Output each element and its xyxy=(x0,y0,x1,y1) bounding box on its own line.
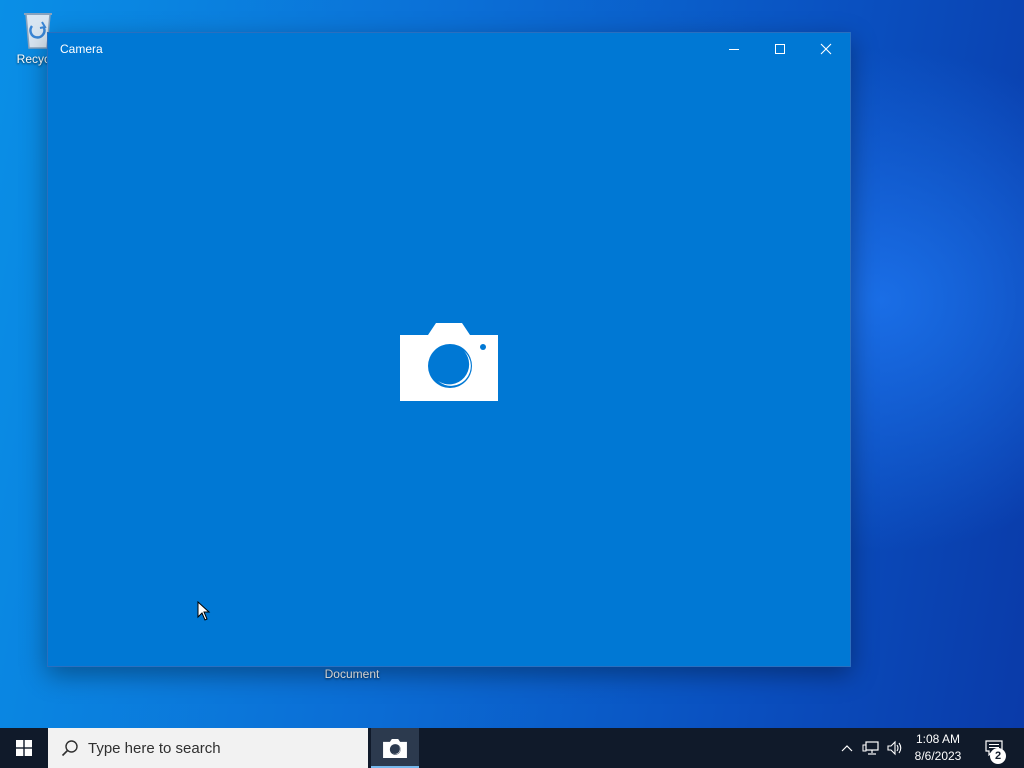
taskbar: Type here to search 1:08 AM 8/6/2023 2 xyxy=(0,728,1024,768)
camera-window[interactable]: Camera xyxy=(47,32,851,667)
notification-count-badge: 2 xyxy=(990,748,1006,764)
close-button[interactable] xyxy=(803,33,849,65)
maximize-icon xyxy=(775,44,785,54)
volume-icon xyxy=(887,740,902,756)
close-icon xyxy=(820,43,832,55)
camera-icon xyxy=(383,738,407,758)
search-box[interactable]: Type here to search xyxy=(48,728,368,768)
taskbar-camera-app[interactable] xyxy=(371,728,419,768)
network-button[interactable] xyxy=(860,728,882,768)
windows-logo-icon xyxy=(16,740,32,756)
clock[interactable]: 1:08 AM 8/6/2023 xyxy=(908,731,968,765)
minimize-button[interactable] xyxy=(711,33,757,65)
clock-time: 1:08 AM xyxy=(915,732,961,746)
search-icon xyxy=(61,740,78,757)
document-label: Document xyxy=(324,667,380,681)
title-bar[interactable]: Camera xyxy=(48,33,850,65)
clock-date: 8/6/2023 xyxy=(914,749,962,763)
camera-icon xyxy=(400,323,498,401)
desktop-icon-document[interactable]: Document xyxy=(312,667,392,681)
search-placeholder: Type here to search xyxy=(88,740,221,757)
camera-placeholder xyxy=(400,323,498,406)
chevron-up-icon xyxy=(841,745,853,752)
window-title: Camera xyxy=(60,42,103,56)
network-icon xyxy=(862,741,879,755)
start-button[interactable] xyxy=(0,728,48,768)
show-hidden-icons-button[interactable] xyxy=(838,728,856,768)
minimize-icon xyxy=(729,49,739,50)
volume-button[interactable] xyxy=(884,728,906,768)
mouse-cursor-icon xyxy=(197,601,211,621)
maximize-button[interactable] xyxy=(757,33,803,65)
